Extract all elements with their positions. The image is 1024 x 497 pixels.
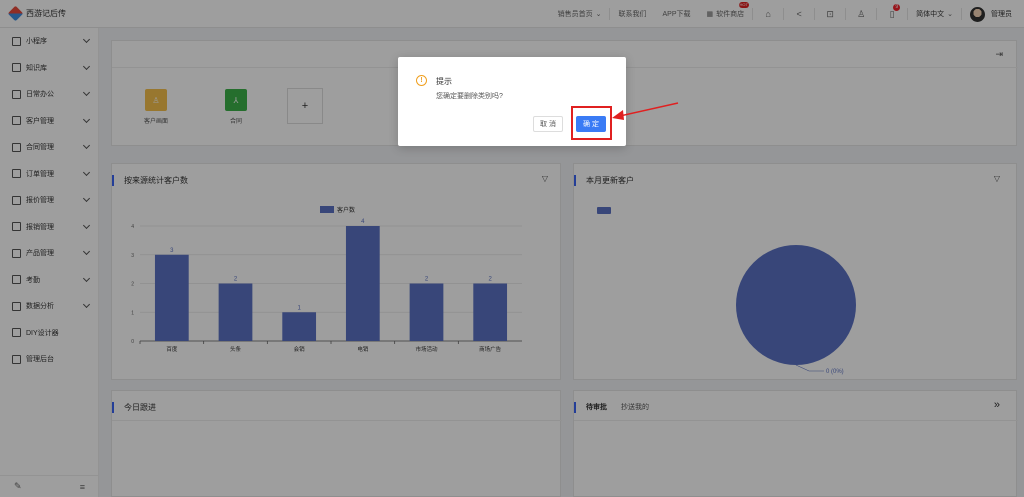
warning-icon: ! [416, 75, 427, 86]
highlight-box [571, 106, 612, 140]
cancel-button[interactable]: 取 消 [533, 116, 563, 132]
dialog-title: 提示 [436, 77, 452, 86]
dialog-message: 您确定要删除类别吗? [436, 93, 503, 100]
